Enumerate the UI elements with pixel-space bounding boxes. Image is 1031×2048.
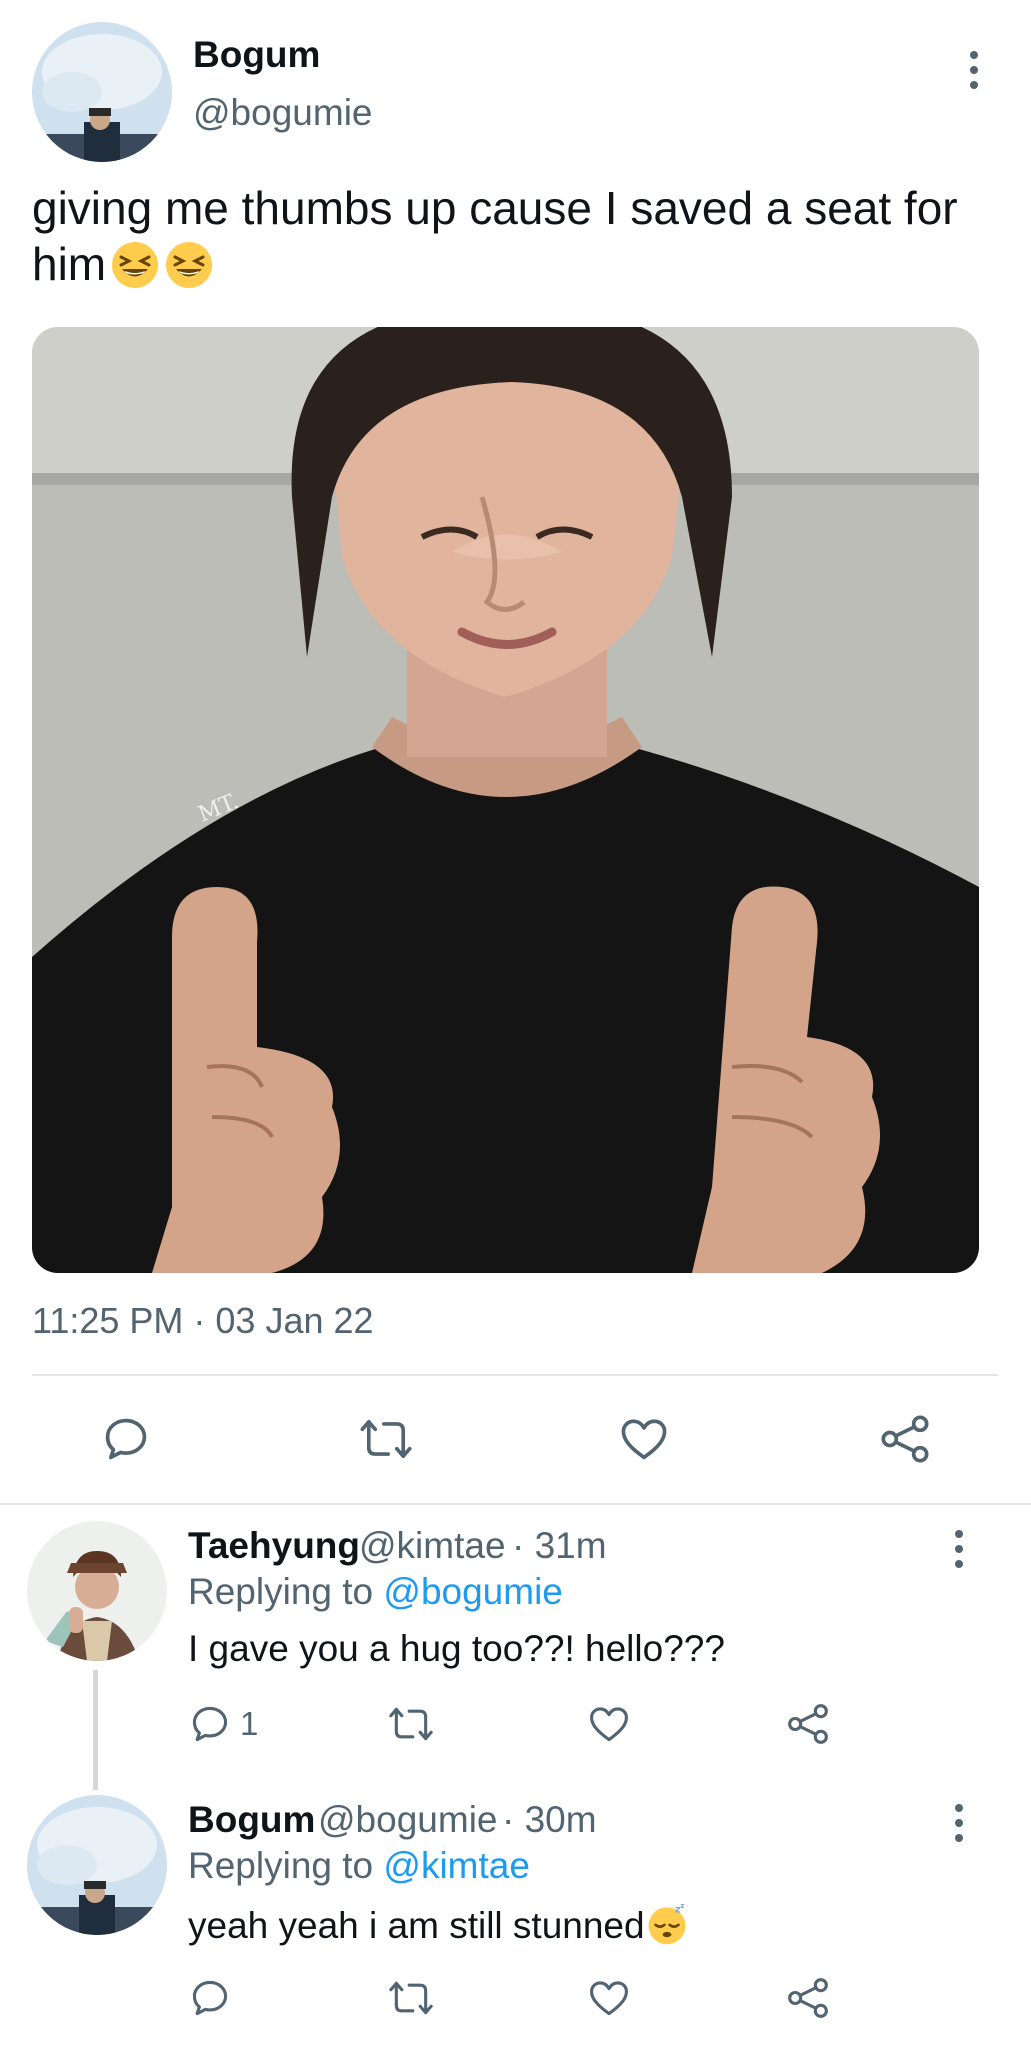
reply-text: I gave you a hug too??! hello??? xyxy=(188,1628,725,1669)
replying-to: Replying to @kimtae xyxy=(188,1845,530,1887)
more-options-icon[interactable] xyxy=(952,1527,966,1575)
reply-avatar[interactable] xyxy=(27,1521,167,1661)
more-options-icon[interactable] xyxy=(967,48,981,96)
like-button[interactable] xyxy=(587,1976,631,2020)
reply-icon xyxy=(192,1706,228,1742)
retweet-icon xyxy=(389,1707,433,1741)
replying-to-prefix: Replying to xyxy=(188,1845,384,1886)
heart-icon xyxy=(621,1419,667,1460)
reply-text: yeah yeah i am still stunned z z xyxy=(188,1901,689,1947)
reply-icon xyxy=(105,1418,147,1460)
reply-avatar[interactable] xyxy=(27,1795,167,1935)
reply-author-handle[interactable]: @kimtae xyxy=(359,1525,506,1567)
grinning-squinting-face-icon xyxy=(112,242,159,288)
like-button[interactable] xyxy=(618,1413,670,1465)
reply-icon xyxy=(192,1980,228,2016)
reply-time[interactable]: · 30m xyxy=(502,1799,597,1841)
tweet-text: giving me thumbs up cause I saved a seat… xyxy=(32,180,992,292)
reply-author-name[interactable]: Bogum xyxy=(188,1799,315,1841)
reply-author-handle[interactable]: @bogumie xyxy=(318,1799,498,1841)
replying-to-mention[interactable]: @kimtae xyxy=(383,1845,530,1886)
reply-button[interactable] xyxy=(100,1413,152,1465)
retweet-icon xyxy=(360,1419,412,1459)
svg-text:z: z xyxy=(680,1902,684,1910)
retweet-button[interactable] xyxy=(387,1702,435,1746)
thread-line xyxy=(93,1670,98,1790)
divider xyxy=(32,1374,998,1376)
reply-text-body: yeah yeah i am still stunned xyxy=(188,1905,645,1946)
author-name[interactable]: Bogum xyxy=(193,34,320,76)
divider xyxy=(0,1503,1031,1505)
share-icon xyxy=(788,1704,828,1744)
share-button[interactable] xyxy=(786,1702,830,1746)
grinning-squinting-face-icon xyxy=(166,242,213,288)
heart-icon xyxy=(590,1981,628,2016)
retweet-button[interactable] xyxy=(387,1976,435,2020)
tweet-timestamp[interactable]: 11:25 PM · 03 Jan 22 xyxy=(32,1300,374,1342)
author-avatar[interactable] xyxy=(32,22,172,162)
reply-time[interactable]: · 31m xyxy=(512,1525,607,1567)
replying-to: Replying to @bogumie xyxy=(188,1571,563,1613)
heart-icon xyxy=(590,1707,628,1742)
retweet-icon xyxy=(389,1981,433,2015)
share-icon xyxy=(881,1415,929,1463)
like-button[interactable] xyxy=(587,1702,631,1746)
author-handle[interactable]: @bogumie xyxy=(193,92,373,134)
reply-button[interactable] xyxy=(188,1976,232,2020)
retweet-button[interactable] xyxy=(358,1413,414,1465)
share-button[interactable] xyxy=(878,1413,932,1465)
share-button[interactable] xyxy=(786,1976,830,2020)
replying-to-mention[interactable]: @bogumie xyxy=(383,1571,563,1612)
more-options-icon[interactable] xyxy=(952,1801,966,1849)
reply-count: 1 xyxy=(240,1705,259,1742)
sleeping-face-icon: zz xyxy=(648,1901,686,1945)
tweet-photo[interactable]: MT. xyxy=(32,327,979,1273)
share-icon xyxy=(788,1978,828,2018)
reply-button[interactable]: 1 xyxy=(188,1702,258,1746)
reply-author-name[interactable]: Taehyung xyxy=(188,1525,360,1567)
replying-to-prefix: Replying to xyxy=(188,1571,384,1612)
